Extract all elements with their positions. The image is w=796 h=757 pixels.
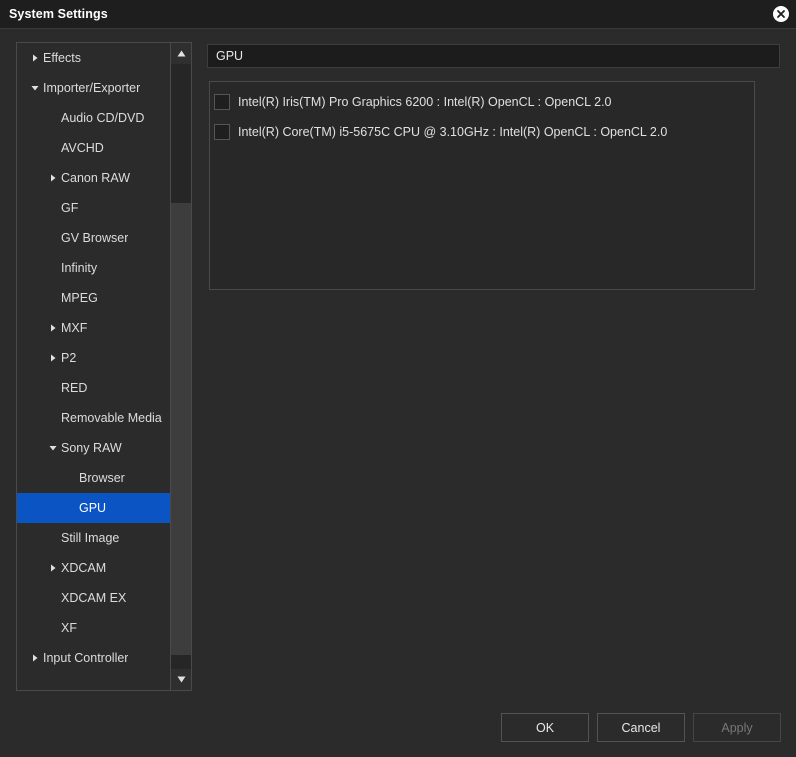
sidebar-item-browser[interactable]: Browser	[17, 463, 170, 493]
sidebar-item-label: XDCAM	[61, 561, 107, 575]
sidebar-item-label: XDCAM EX	[61, 591, 127, 605]
chevron-down-icon[interactable]	[27, 73, 43, 103]
sidebar-item-p2[interactable]: P2	[17, 343, 170, 373]
sidebar-item-mpeg[interactable]: MPEG	[17, 283, 170, 313]
sidebar-item-label: Importer/Exporter	[43, 81, 141, 95]
sidebar-item-still-image[interactable]: Still Image	[17, 523, 170, 553]
cancel-button[interactable]: Cancel	[597, 713, 685, 742]
chevron-right-icon[interactable]	[27, 43, 43, 73]
tree-scrollbar[interactable]	[170, 43, 191, 690]
window-title: System Settings	[9, 7, 108, 21]
sidebar-item-effects[interactable]: Effects	[17, 43, 170, 73]
sidebar-item-label: Infinity	[61, 261, 98, 275]
sidebar-item-avchd[interactable]: AVCHD	[17, 133, 170, 163]
sidebar-item-label: Effects	[43, 51, 81, 65]
chevron-right-icon[interactable]	[45, 343, 61, 373]
settings-tree-panel: Effects Importer/Exporter Audio CD/DVD AVCH…	[16, 42, 192, 691]
sidebar-item-label: XF	[61, 621, 77, 635]
sidebar-item-label: Sony RAW	[61, 441, 122, 455]
settings-tree[interactable]: Effects Importer/Exporter Audio CD/DVD AVCH…	[17, 43, 170, 690]
sidebar-item-sony-raw[interactable]: Sony RAW	[17, 433, 170, 463]
chevron-right-icon[interactable]	[45, 163, 61, 193]
chevron-down-icon[interactable]	[45, 433, 61, 463]
sidebar-item-label: AVCHD	[61, 141, 104, 155]
sidebar-item-xdcam[interactable]: XDCAM	[17, 553, 170, 583]
title-bar: System Settings	[0, 0, 796, 29]
ok-button[interactable]: OK	[501, 713, 589, 742]
gpu-device-row[interactable]: Intel(R) Iris(TM) Pro Graphics 6200 : In…	[210, 87, 754, 117]
chevron-right-icon[interactable]	[27, 643, 43, 673]
sidebar-item-input-controller[interactable]: Input Controller	[17, 643, 170, 673]
sidebar-item-label: GPU	[79, 501, 107, 515]
sidebar-item-label: GF	[61, 201, 79, 215]
sidebar-item-label: Still Image	[61, 531, 120, 545]
tree-scrollbar-thumb[interactable]	[171, 203, 191, 655]
sidebar-item-canon-raw[interactable]: Canon RAW	[17, 163, 170, 193]
sidebar-item-label: Input Controller	[43, 651, 129, 665]
content-header-title: GPU	[216, 49, 244, 63]
sidebar-item-label: Canon RAW	[61, 171, 131, 185]
dialog-footer: OK Cancel Apply	[0, 697, 796, 757]
triangle-up-icon[interactable]	[171, 43, 191, 64]
sidebar-item-audio-cd-dvd[interactable]: Audio CD/DVD	[17, 103, 170, 133]
sidebar-item-label: Browser	[79, 471, 125, 485]
sidebar-item-xf[interactable]: XF	[17, 613, 170, 643]
chevron-right-icon[interactable]	[45, 313, 61, 343]
gpu-device-checkbox[interactable]	[214, 94, 230, 110]
sidebar-item-removable-media[interactable]: Removable Media	[17, 403, 170, 433]
content-header: GPU	[207, 44, 780, 68]
sidebar-item-gv-browser[interactable]: GV Browser	[17, 223, 170, 253]
close-icon[interactable]	[773, 6, 789, 22]
sidebar-item-label: MXF	[61, 321, 88, 335]
triangle-down-icon[interactable]	[171, 669, 191, 690]
chevron-right-icon[interactable]	[45, 553, 61, 583]
sidebar-item-mxf[interactable]: MXF	[17, 313, 170, 343]
apply-button: Apply	[693, 713, 781, 742]
sidebar-item-label: GV Browser	[61, 231, 129, 245]
sidebar-item-label: RED	[61, 381, 88, 395]
sidebar-item-gf[interactable]: GF	[17, 193, 170, 223]
sidebar-item-importer-exporter[interactable]: Importer/Exporter	[17, 73, 170, 103]
sidebar-item-gpu[interactable]: GPU	[17, 493, 170, 523]
gpu-device-row[interactable]: Intel(R) Core(TM) i5-5675C CPU @ 3.10GHz…	[210, 117, 754, 147]
sidebar-item-label: P2	[61, 351, 77, 365]
sidebar-item-xdcam-ex[interactable]: XDCAM EX	[17, 583, 170, 613]
gpu-device-list[interactable]: Intel(R) Iris(TM) Pro Graphics 6200 : In…	[209, 81, 755, 290]
sidebar-item-red[interactable]: RED	[17, 373, 170, 403]
gpu-device-label: Intel(R) Iris(TM) Pro Graphics 6200 : In…	[238, 95, 612, 109]
gpu-device-label: Intel(R) Core(TM) i5-5675C CPU @ 3.10GHz…	[238, 125, 668, 139]
sidebar-item-label: MPEG	[61, 291, 98, 305]
sidebar-item-label: Audio CD/DVD	[61, 111, 145, 125]
sidebar-item-infinity[interactable]: Infinity	[17, 253, 170, 283]
gpu-device-checkbox[interactable]	[214, 124, 230, 140]
sidebar-item-label: Removable Media	[61, 411, 162, 425]
